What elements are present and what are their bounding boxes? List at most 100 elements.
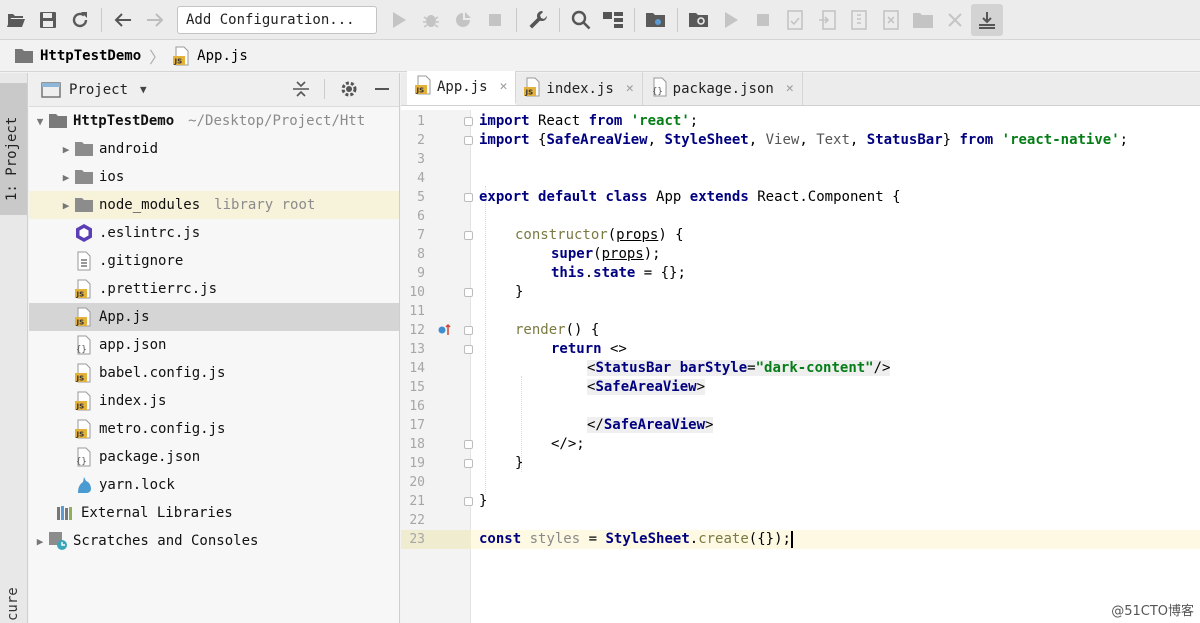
tree-item-eslintrc-js[interactable]: .eslintrc.js (29, 219, 399, 247)
stop-icon (757, 13, 769, 26)
checklist-button[interactable] (779, 4, 811, 36)
folder-icon (913, 12, 933, 28)
code-area[interactable]: import React from 'react'; import {SafeA… (471, 110, 1200, 623)
tab-label: package.json (672, 80, 774, 97)
json-file-icon: {} (73, 447, 95, 467)
code-line-14: <StatusBar barStyle="dark-content"/> (587, 359, 891, 378)
folder-button[interactable] (907, 4, 939, 36)
forward-button[interactable] (139, 4, 171, 36)
svg-text:JS: JS (76, 291, 85, 299)
tree-item-label: android (99, 141, 159, 157)
stop-button[interactable] (479, 4, 511, 36)
token-class: StyleSheet (605, 531, 690, 547)
json-file-icon: {} (651, 77, 669, 101)
file-delete-icon (883, 9, 899, 30)
run-button[interactable] (383, 4, 415, 36)
tab-package-json[interactable]: {} package.json ✕ (643, 72, 803, 105)
tree-item-yarn-lock[interactable]: yarn.lock (29, 471, 399, 499)
tree-scratches[interactable]: ▶ Scratches and Consoles (29, 527, 399, 555)
project-tool-window-tab-label: 1: Project (4, 116, 20, 201)
close-tab-icon[interactable]: ✕ (626, 81, 634, 96)
json-file-icon: {} (73, 335, 95, 355)
svg-text:JS: JS (174, 57, 183, 65)
chevron-right-icon[interactable]: ▶ (59, 199, 73, 212)
coverage-view-button[interactable] (640, 4, 672, 36)
editor-gutter: 1 2 3 4 5 6 7 8 9 10 11 12 13 14 15 16 17 18 19 20 21 22 23 (401, 110, 473, 623)
tree-item-label: .prettierrc.js (99, 281, 218, 297)
project-view-title[interactable]: Project (69, 82, 128, 98)
jsx-tag: <SafeAreaView> (587, 379, 706, 395)
hide-panel-icon[interactable] (373, 79, 391, 99)
tree-item-gitignore[interactable]: .gitignore (29, 247, 399, 275)
editor-tabs: JS App.js ✕ JS index.js ✕ {} package.json ✕ (401, 71, 1200, 106)
close-button[interactable] (939, 4, 971, 36)
debug-button[interactable] (415, 4, 447, 36)
add-configuration-button[interactable]: Add Configuration... (177, 5, 377, 34)
delete-file-button[interactable] (875, 4, 907, 36)
open-folder-icon (7, 13, 25, 27)
find-in-folder-button[interactable] (683, 4, 715, 36)
back-button[interactable] (107, 4, 139, 36)
gear-icon[interactable] (339, 79, 359, 99)
tree-external-libraries[interactable]: External Libraries (29, 499, 399, 527)
tree-item-node-modules[interactable]: ▶ node_modules library root (29, 191, 399, 219)
sync-icon (72, 11, 88, 27)
open-folder-button[interactable] (0, 4, 32, 36)
collapse-all-icon[interactable] (292, 79, 310, 99)
run-tests-button[interactable] (715, 4, 747, 36)
tree-root[interactable]: ▼ HttpTestDemo ~/Desktop/Project/Htt (29, 107, 399, 135)
scroll-to-end-button[interactable] (971, 3, 1003, 36)
sync-button[interactable] (64, 4, 96, 36)
svg-text:JS: JS (76, 403, 85, 411)
close-tab-icon[interactable]: ✕ (786, 81, 794, 96)
tree-item-app-js[interactable]: JS App.js (29, 303, 399, 331)
archive-button[interactable] (843, 4, 875, 36)
run-with-coverage-button[interactable] (447, 4, 479, 36)
chevron-right-icon[interactable]: ▶ (33, 535, 47, 548)
tree-item-prettierrc-js[interactable]: JS .prettierrc.js (29, 275, 399, 303)
code-line-17: </SafeAreaView> (587, 416, 714, 435)
chevron-right-icon[interactable]: ▶ (59, 171, 73, 184)
token-text: > (696, 379, 706, 395)
breadcrumb-file[interactable]: JS App.js (173, 46, 248, 66)
project-view-icon (41, 81, 61, 98)
tab-index-js[interactable]: JS index.js ✕ (516, 72, 643, 105)
tree-item-ios[interactable]: ▶ ios (29, 163, 399, 191)
close-icon (948, 12, 962, 27)
indent-guide (485, 186, 486, 494)
search-button[interactable] (565, 4, 597, 36)
tree-item-index-js[interactable]: JS index.js (29, 387, 399, 415)
play-icon (725, 11, 738, 28)
save-all-button[interactable] (32, 4, 64, 36)
token-keyword: export (479, 189, 530, 205)
folder-icon (73, 195, 95, 215)
stop-tests-button[interactable] (747, 4, 779, 36)
tree-scratches-label: Scratches and Consoles (73, 533, 259, 549)
line-number: 19 (409, 456, 425, 471)
tree-item-babel-config-js[interactable]: JS babel.config.js (29, 359, 399, 387)
breadcrumb-file-label: App.js (197, 47, 248, 64)
project-tool-window-tab[interactable]: 1: Project (0, 83, 27, 215)
breadcrumb-project-label: HttpTestDemo (40, 47, 142, 64)
tab-label: index.js (546, 80, 614, 97)
structure-tool-window-tab[interactable]: cure (5, 587, 21, 621)
project-structure-button[interactable] (597, 4, 629, 36)
tree-item-metro-config-js[interactable]: JS metro.config.js (29, 415, 399, 443)
tree-item-package-json[interactable]: {} package.json (29, 443, 399, 471)
breadcrumb-project[interactable]: HttpTestDemo (14, 48, 141, 64)
tab-app-js[interactable]: JS App.js ✕ (407, 71, 517, 105)
line-number: 10 (409, 285, 425, 300)
jsx-tag: <StatusBar barStyle="dark-content"/> (587, 360, 891, 376)
tree-root-path: ~/Desktop/Project/Htt (188, 113, 366, 129)
tree-item-app-json[interactable]: {} app.json (29, 331, 399, 359)
line-number: 17 (409, 418, 425, 433)
close-tab-icon[interactable]: ✕ (500, 79, 508, 94)
token-import: StyleSheet (664, 132, 749, 148)
tree-item-android[interactable]: ▶ android (29, 135, 399, 163)
import-button[interactable] (811, 4, 843, 36)
chevron-right-icon[interactable]: ▶ (59, 143, 73, 156)
settings-wrench-button[interactable] (522, 4, 554, 36)
chevron-down-icon[interactable]: ▼ (33, 115, 47, 128)
override-marker-icon[interactable] (437, 323, 451, 341)
chevron-down-icon[interactable]: ▼ (140, 83, 147, 96)
